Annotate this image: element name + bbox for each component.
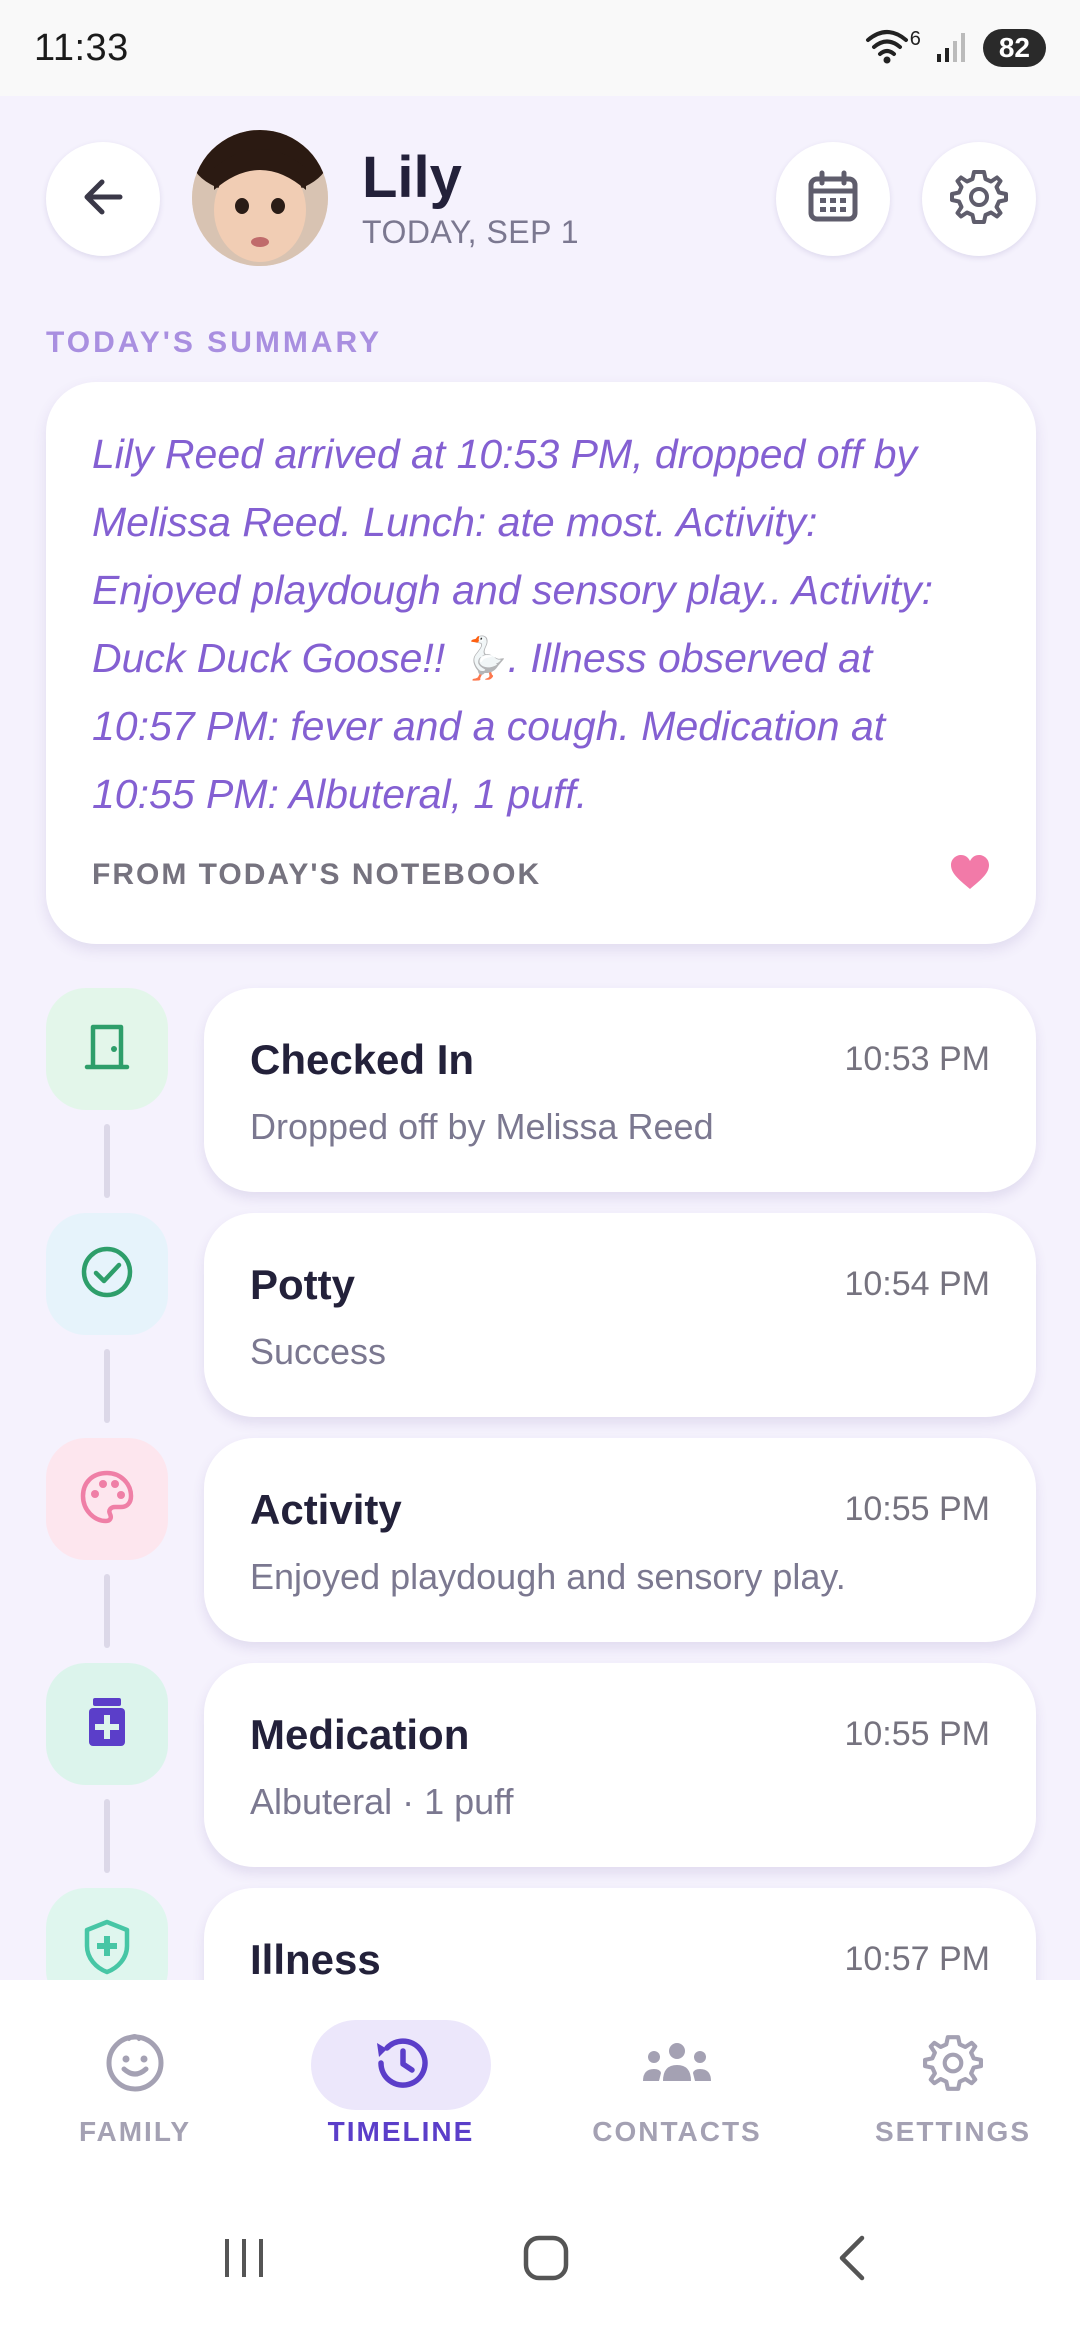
door-icon	[81, 1021, 133, 1078]
gear-icon	[950, 168, 1008, 231]
settings-button[interactable]	[922, 142, 1036, 256]
timeline-title: Medication	[250, 1711, 470, 1758]
timeline-time: 10:53 PM	[844, 1040, 990, 1078]
battery-indicator: 82	[982, 29, 1046, 67]
gear-icon	[923, 2033, 983, 2098]
timeline-detail: Albuteral · 1 puff	[250, 1781, 514, 1822]
timeline-title: Activity	[250, 1486, 402, 1533]
timeline-time: 10:55 PM	[844, 1490, 990, 1528]
app-screen: 11:33 6 82 Lily TODAY, SEP 1 TODAY'S SUM…	[0, 0, 1080, 2340]
palette-icon	[78, 1468, 136, 1531]
nav-label: TIMELINE	[327, 2116, 475, 2147]
timeline-connector	[104, 1124, 110, 1198]
nav-item-family[interactable]: FAMILY	[0, 1980, 270, 2180]
smiley-icon	[103, 2031, 167, 2100]
summary-line: Melissa Reed. Lunch: ate most. Activity:	[92, 499, 818, 545]
status-bar: 11:33 6 82	[0, 0, 1080, 96]
home-button[interactable]	[486, 2220, 606, 2300]
arrow-left-icon	[76, 170, 130, 229]
summary-line: Duck Duck Goose!! 🪿. Illness observed at	[92, 635, 873, 681]
header-date: TODAY, SEP 1	[362, 214, 580, 250]
potty-badge	[46, 1213, 168, 1335]
timeline-title: Illness	[250, 1936, 381, 1983]
summary-footer: FROM TODAY'S NOTEBOOK	[92, 858, 542, 891]
timeline-card-checked-in[interactable]: Checked In 10:53 PM Dropped off by Melis…	[204, 988, 1036, 1192]
nav-icon-wrap	[863, 2020, 1043, 2110]
timeline-title: Potty	[250, 1261, 355, 1308]
timeline-time: 10:57 PM	[844, 1940, 990, 1978]
timeline-connector	[104, 1799, 110, 1873]
summary-card: Lily Reed arrived at 10:53 PM, dropped o…	[46, 382, 1036, 944]
timeline-detail: Dropped off by Melissa Reed	[250, 1106, 714, 1147]
summary-line: Lily Reed arrived at 10:53 PM, dropped o…	[92, 431, 918, 477]
timeline-detail: Success	[250, 1331, 387, 1372]
avatar	[192, 130, 328, 266]
summary-line: 10:55 PM: Albuteral, 1 puff.	[92, 771, 588, 817]
shield-plus-icon	[81, 1918, 133, 1981]
summary-line: Enjoyed playdough and sensory play.. Act…	[92, 567, 933, 613]
chevron-left-icon	[832, 2232, 872, 2289]
heart-icon[interactable]	[950, 855, 990, 896]
history-icon	[369, 2031, 433, 2100]
back-button[interactable]	[46, 142, 160, 256]
timeline-time: 10:55 PM	[844, 1715, 990, 1753]
nav-icon-wrap	[311, 2020, 491, 2110]
summary-section-label: TODAY'S SUMMARY	[46, 326, 383, 359]
nav-icon-wrap	[45, 2020, 225, 2110]
wifi-badge: 6	[909, 27, 921, 50]
home-icon	[521, 2233, 571, 2288]
calendar-button[interactable]	[776, 142, 890, 256]
timeline-connector	[104, 1349, 110, 1423]
activity-badge	[46, 1438, 168, 1560]
nav-item-settings[interactable]: SETTINGS	[818, 1980, 1080, 2180]
wifi-icon	[864, 26, 910, 71]
timeline-title: Checked In	[250, 1036, 475, 1083]
checked-in-badge	[46, 988, 168, 1110]
nav-item-contacts[interactable]: CONTACTS	[542, 1980, 812, 2180]
timeline-card-potty[interactable]: Potty 10:54 PM Success	[204, 1213, 1036, 1417]
nav-label: CONTACTS	[592, 2116, 762, 2147]
group-icon	[639, 2037, 715, 2094]
timeline-time: 10:54 PM	[844, 1265, 990, 1303]
child-name: Lily	[362, 145, 462, 210]
timeline-connector	[104, 1574, 110, 1648]
nav-label: FAMILY	[78, 2116, 192, 2147]
timeline-card-medication[interactable]: Medication 10:55 PM Albuteral · 1 puff	[204, 1663, 1036, 1867]
status-time: 11:33	[34, 26, 129, 69]
status-icons: 6 82	[864, 26, 1046, 71]
nav-icon-wrap	[587, 2020, 767, 2110]
recent-apps-button[interactable]	[184, 2220, 304, 2300]
medicine-icon	[81, 1694, 133, 1755]
check-circle-icon	[79, 1244, 135, 1305]
summary-line: 10:57 PM: fever and a cough. Medication …	[92, 703, 886, 749]
recent-apps-icon	[219, 2235, 269, 2286]
medication-badge	[46, 1663, 168, 1785]
timeline-detail: Enjoyed playdough and sensory play.	[250, 1556, 846, 1597]
signal-icon	[935, 28, 969, 69]
back-nav-button[interactable]	[792, 2220, 912, 2300]
nav-label: SETTINGS	[874, 2116, 1031, 2147]
nav-item-timeline[interactable]: TIMELINE	[266, 1980, 536, 2180]
summary-text: Lily Reed arrived at 10:53 PM, dropped o…	[92, 420, 990, 828]
timeline-card-activity[interactable]: Activity 10:55 PM Enjoyed playdough and …	[204, 1438, 1036, 1642]
bottom-nav: FAMILY TIMELINE CONTACTS SETTINGS	[0, 1980, 1080, 2180]
calendar-icon	[805, 169, 861, 230]
system-nav-bar	[0, 2180, 1080, 2340]
